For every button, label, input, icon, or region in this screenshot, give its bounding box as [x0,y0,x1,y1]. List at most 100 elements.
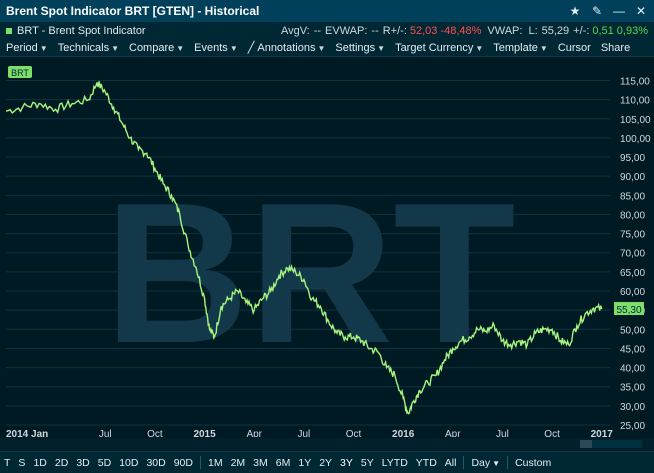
y-tick-label: 25,00 [620,421,645,432]
interval-select[interactable]: Day ▼ [467,457,504,469]
x-tick-label: Oct [544,429,560,437]
period-ytd[interactable]: YTD [412,457,441,469]
chevron-down-icon: ▼ [475,43,484,53]
y-tick-label: 45,00 [620,344,645,355]
period-3m[interactable]: 3M [249,457,272,469]
y-tick-label: 105,00 [620,115,651,126]
range-label: R+/-: [382,24,407,37]
menu-compare[interactable]: Compare ▼ [129,42,184,54]
period-10d[interactable]: 10D [115,457,142,469]
chart-menu-bar: Period ▼ Technicals ▼ Compare ▼ Events ▼ ╱ An… [0,39,654,57]
y-tick-label: 80,00 [620,210,645,221]
time-scrollbar[interactable] [0,438,654,450]
menu-template[interactable]: Template ▼ [493,42,548,54]
x-tick-label: Jul [496,429,509,437]
x-tick-label: Apr [246,429,262,437]
y-tick-label: 60,00 [620,287,645,298]
close-icon[interactable]: ✕ [632,2,650,20]
period-selector-bar: T S 1D 2D 3D 5D 10D 30D 90D 1M 2M 3M 6M … [0,451,654,473]
period-all[interactable]: All [441,457,461,469]
instrument-info-bar: BRT - Brent Spot Indicator AvgV: -- EVWA… [0,22,654,39]
period-30d[interactable]: 30D [142,457,169,469]
last-value: 55,29 [541,24,570,37]
period-2d[interactable]: 2D [51,457,72,469]
y-axis-labels: 115,00 110,00 105,00 100,00 95,00 90,00 85,00 8… [620,76,651,432]
y-tick-label: 95,00 [620,153,645,164]
chevron-down-icon: ▼ [39,43,48,53]
x-tick-label: 2014 Jan [6,429,48,437]
vwap-label: VWAP: [487,24,523,37]
scrollbar-track[interactable] [592,440,642,448]
evwap-value: -- [371,24,379,37]
window-title: Brent Spot Indicator BRT [GTEN] - Histor… [6,4,260,18]
period-1d[interactable]: 1D [29,457,50,469]
last-price-tag: 55,30 [616,305,641,316]
chevron-down-icon: ▼ [111,43,119,53]
x-tick-label: 2015 [193,429,216,437]
series-tag-label: BRT [11,68,29,78]
favorite-star-icon[interactable]: ★ [566,2,584,20]
period-3d[interactable]: 3D [72,457,93,469]
period-1m[interactable]: 1M [204,457,227,469]
x-tick-label: Jul [99,429,112,437]
period-s[interactable]: S [14,457,29,469]
range-value: 52,03 [409,24,438,37]
period-5d[interactable]: 5D [94,457,115,469]
period-6m[interactable]: 6M [272,457,295,469]
x-tick-label: Jul [297,429,310,437]
y-tick-label: 70,00 [620,249,645,260]
change-value: 0,51 [592,24,614,37]
avgv-label: AvgV: [280,24,310,37]
chevron-down-icon: ▼ [539,43,548,53]
chevron-down-icon: ▼ [229,43,238,53]
menu-target-currency[interactable]: Target Currency ▼ [395,42,483,54]
chevron-down-icon: ▼ [377,43,386,53]
x-tick-label: Apr [445,429,461,437]
period-lytd[interactable]: LYTD [378,457,412,469]
chevron-down-icon: ▼ [317,44,326,53]
change-percent: 0,93% [616,24,648,37]
period-2y[interactable]: 2Y [315,457,336,469]
divider [463,456,465,469]
price-chart-svg[interactable]: BRT 115,00 110,00 105,00 100,00 95,00 90,00 85… [0,57,654,440]
period-90d[interactable]: 90D [170,457,197,469]
period-custom[interactable]: Custom [511,457,555,469]
y-tick-label: 30,00 [620,402,645,413]
minimize-icon[interactable]: — [610,2,628,20]
y-tick-label: 85,00 [620,191,645,202]
series-color-swatch [6,27,12,34]
edit-icon[interactable]: ✎ [588,2,606,20]
change-label: +/-: [573,24,590,37]
last-label: L: [528,24,538,37]
window-titlebar: Brent Spot Indicator BRT [GTEN] - Histor… [0,0,654,23]
menu-settings[interactable]: Settings ▼ [335,42,385,54]
menu-annotations[interactable]: ╱ Annotations ▼ [248,41,326,54]
menu-events[interactable]: Events ▼ [194,42,238,54]
y-tick-label: 110,00 [620,96,650,107]
y-tick-label: 75,00 [620,230,645,241]
y-tick-label: 65,00 [620,268,645,279]
y-tick-label: 90,00 [620,172,645,183]
avgv-value: -- [313,24,322,37]
chevron-down-icon: ▼ [492,458,501,468]
period-t[interactable]: T [0,457,14,469]
period-2m[interactable]: 2M [227,457,250,469]
menu-share[interactable]: Share [601,42,630,54]
y-tick-label: 40,00 [620,364,645,375]
evwap-label: EVWAP: [325,24,368,37]
x-tick-label: 2017 [591,429,614,437]
menu-period[interactable]: Period ▼ [6,42,48,54]
divider [507,456,509,469]
x-tick-label: Oct [346,429,362,437]
chevron-down-icon: ▼ [176,43,185,53]
menu-technicals[interactable]: Technicals ▼ [58,42,119,54]
y-tick-label: 115,00 [620,76,650,87]
menu-cursor[interactable]: Cursor [558,42,591,54]
range-percent: -48,48% [440,24,482,37]
period-1y[interactable]: 1Y [294,457,315,469]
x-axis-labels: 2014 Jan Jul Oct 2015 Apr Jul Oct 2016 Apr Jul Oct… [6,429,614,440]
period-3y[interactable]: 3Y [336,457,357,469]
scrollbar-thumb[interactable] [580,440,592,448]
price-chart[interactable]: BRT 115,00 110,00 105,00 100,00 95,00 90,00 85… [0,57,654,440]
period-5y[interactable]: 5Y [357,457,378,469]
